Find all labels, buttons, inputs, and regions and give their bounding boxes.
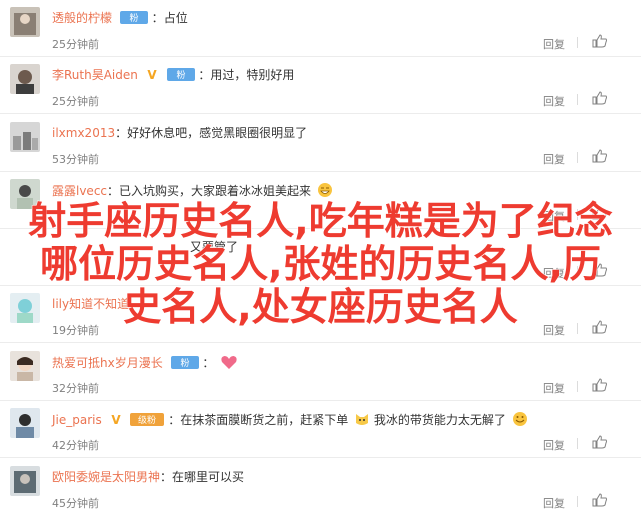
overlay-headline: 射手座历史名人,吃年糕是为了纪念 哪位历史名人,张姓的历史名人,历 史名人,处女…: [0, 199, 641, 329]
vip-badge-icon: 粉: [119, 11, 148, 24]
comment-text: 已入坑购买，大家跟着冰冰姐美起来: [119, 184, 312, 198]
laughing-emoji-icon: [317, 183, 332, 197]
vip-badge-icon: 粉: [166, 68, 195, 81]
comment-item: 透般的柠檬 粉 ：占位 25分钟前 回复: [0, 0, 641, 58]
comment-line: 热爱可抵hx岁月漫长 粉 ：: [52, 354, 238, 372]
username-link[interactable]: 李Ruth昊Aiden: [52, 68, 138, 82]
comment-time: 25分钟前: [52, 95, 99, 108]
comment-item: 热爱可抵hx岁月漫长 粉 ： 32分钟前 回复: [0, 344, 641, 402]
username-link[interactable]: 透般的柠檬: [52, 11, 112, 25]
comment-item: 欧阳委婉是太阳男神：在哪里可以买 45分钟前 回复: [0, 459, 641, 516]
avatar[interactable]: [10, 64, 40, 94]
overlay-line-3: 史名人,处女座历史名人: [123, 285, 518, 329]
like-thumb-icon[interactable]: [589, 148, 629, 164]
comment-text: 占位: [163, 11, 188, 25]
avatar[interactable]: [10, 351, 40, 381]
comment-time: 53分钟前: [52, 153, 99, 166]
comment-item: ilxmx2013：好好休息吧，感觉黑眼圈很明显了 53分钟前 回复: [0, 115, 641, 173]
comment-text: 在抹茶面膜断货之前，赶紧下单: [180, 413, 349, 427]
username-link[interactable]: ilxmx2013: [52, 126, 115, 140]
divider: [577, 94, 578, 105]
reply-button[interactable]: 回复: [543, 36, 565, 52]
verified-v-icon: V: [111, 413, 121, 426]
verified-v-icon: V: [147, 68, 157, 81]
comment-item: Jie_paris V 级粉 ：在抹茶面膜断货之前，赶紧下单 我冰的带货能力太无…: [0, 401, 641, 459]
username-link[interactable]: 欧阳委婉是太阳男神: [52, 470, 160, 484]
reply-button[interactable]: 回复: [543, 151, 565, 167]
heart-eyes-emoji-icon: [221, 356, 237, 369]
reply-button[interactable]: 回复: [543, 380, 565, 396]
comment-item: 李Ruth昊Aiden V 粉 ：用过，特别好用 25分钟前 回复: [0, 57, 641, 115]
comment-text: 在哪里可以买: [172, 470, 245, 484]
like-thumb-icon[interactable]: [589, 33, 629, 49]
reply-button[interactable]: 回复: [543, 495, 565, 511]
overlay-line-1: 射手座历史名人,吃年糕是为了纪念: [28, 199, 613, 243]
comment-line: 露露lvecc：已入坑购买，大家跟着冰冰姐美起来: [52, 182, 333, 200]
comment-time: 42分钟前: [52, 439, 99, 452]
comment-feed: 透般的柠檬 粉 ：占位 25分钟前 回复 李Ruth昊Aiden V 粉 ：用过…: [0, 0, 641, 510]
divider: [577, 438, 578, 449]
comment-time: 32分钟前: [52, 382, 99, 395]
divider: [577, 152, 578, 163]
avatar[interactable]: [10, 7, 40, 37]
like-thumb-icon[interactable]: [589, 434, 629, 450]
comment-line: ilxmx2013：好好休息吧，感觉黑眼圈很明显了: [52, 126, 308, 140]
comment-line: 透般的柠檬 粉 ：占位: [52, 11, 188, 25]
overlay-line-2: 哪位历史名人,张姓的历史名人,历: [40, 242, 602, 286]
reply-button[interactable]: 回复: [543, 437, 565, 453]
comment-time: 45分钟前: [52, 497, 99, 510]
comment-text: 好好休息吧，感觉黑眼圈很明显了: [127, 126, 308, 140]
svg-text:粉: 粉: [180, 357, 189, 369]
comment-text-2: 我冰的带货能力太无解了: [373, 413, 506, 427]
smile-emoji-icon: [512, 412, 527, 426]
like-thumb-icon[interactable]: [589, 377, 629, 393]
comment-text: 用过，特别好用: [210, 68, 295, 82]
comment-line: 欧阳委婉是太阳男神：在哪里可以买: [52, 470, 245, 484]
like-thumb-icon[interactable]: [589, 492, 629, 508]
reply-button[interactable]: 回复: [543, 93, 565, 109]
svg-text:粉: 粉: [129, 12, 138, 24]
divider: [577, 37, 578, 48]
divider: [577, 381, 578, 392]
username-link[interactable]: 露露lvecc: [52, 184, 107, 198]
comment-line: 李Ruth昊Aiden V 粉 ：用过，特别好用: [52, 68, 295, 82]
like-thumb-icon[interactable]: [589, 90, 629, 106]
cat-emoji-icon: [356, 414, 369, 425]
username-link[interactable]: Jie_paris: [52, 413, 102, 427]
svg-text:粉: 粉: [176, 69, 185, 81]
avatar[interactable]: [10, 122, 40, 152]
member-badge-icon: 级粉: [130, 413, 165, 426]
divider: [577, 496, 578, 507]
comment-time: 25分钟前: [52, 38, 99, 51]
svg-text:V: V: [147, 68, 157, 81]
svg-text:V: V: [111, 413, 121, 426]
username-link[interactable]: 热爱可抵hx岁月漫长: [52, 356, 163, 370]
svg-text:级粉: 级粉: [138, 414, 156, 426]
avatar[interactable]: [10, 408, 40, 438]
avatar[interactable]: [10, 466, 40, 496]
vip-badge-icon: 粉: [170, 356, 199, 369]
comment-line: Jie_paris V 级粉 ：在抹茶面膜断货之前，赶紧下单 我冰的带货能力太无…: [52, 411, 528, 429]
